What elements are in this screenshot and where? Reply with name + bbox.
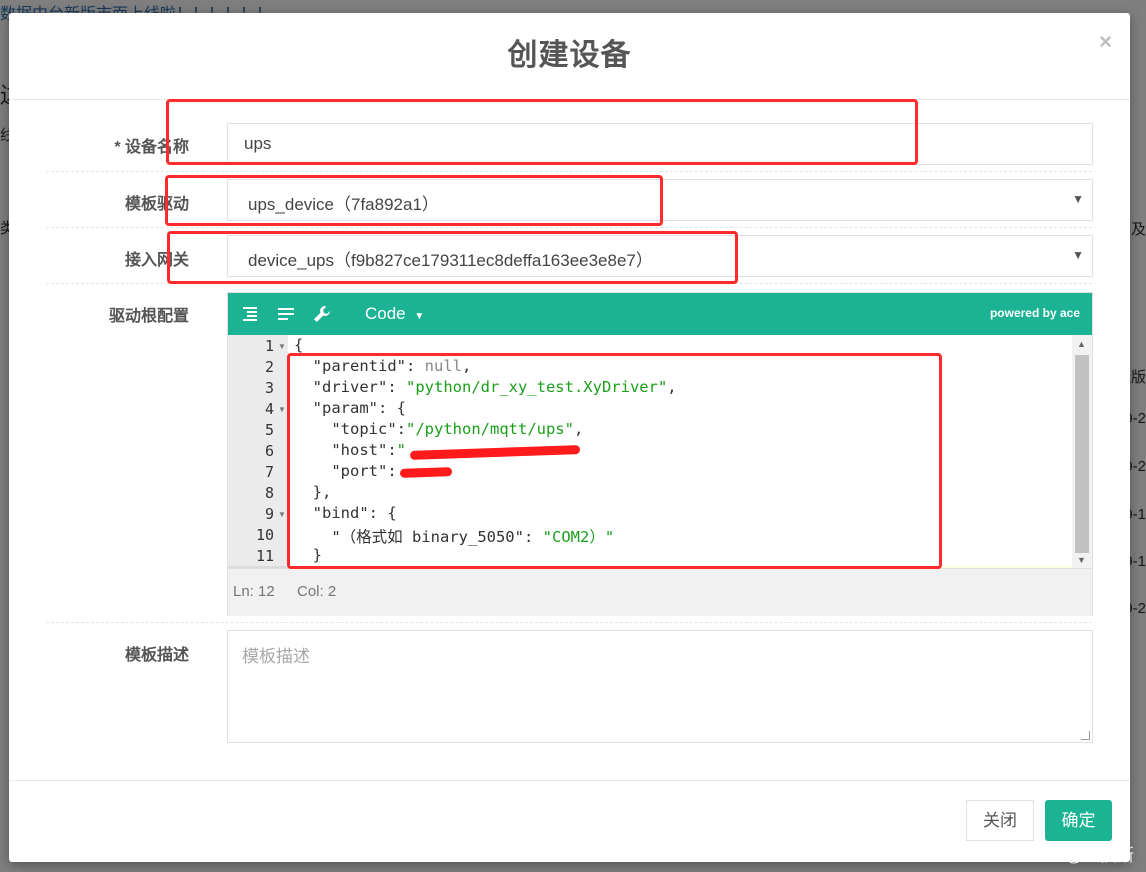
scroll-down-icon[interactable]: ▼ [1077, 555, 1086, 565]
code-line: { [294, 336, 304, 354]
template-desc-textarea[interactable]: 模板描述 [227, 630, 1093, 743]
line-number: 7 [264, 463, 274, 481]
scroll-thumb[interactable] [1075, 355, 1089, 553]
dialog-title: 创建设备 [507, 39, 632, 72]
resize-handle-icon[interactable] [1081, 731, 1090, 740]
line-number: 6 [264, 442, 274, 460]
create-device-dialog: 创建设备 × * 设备名称 ups 模板驱动 ups_device（7fa892… [9, 13, 1130, 862]
mode-dropdown[interactable]: Code ▼ [365, 304, 424, 324]
line-number: 9 [264, 505, 274, 523]
annotation-box [167, 231, 738, 284]
form-divider [46, 227, 1092, 228]
gateway-label: 接入网关 [124, 252, 189, 269]
line-number: 2 [264, 358, 274, 376]
editor-statusbar: Ln: 12 Col: 2 [228, 568, 1092, 616]
line-gutter: 1 2 3 4 5 6 7 8 9 10 11 12 ▼ ▼ ▼ [228, 335, 288, 586]
editor-scrollbar[interactable]: ▲ ▼ [1072, 335, 1092, 568]
chevron-down-icon: ▼ [414, 311, 425, 322]
line-number: 1 [264, 337, 274, 355]
mode-label: Code [365, 304, 406, 323]
device-name-label: * 设备名称 [114, 139, 189, 156]
line-number: 10 [255, 526, 274, 544]
form-divider [46, 171, 1092, 172]
format-icon[interactable] [240, 304, 260, 329]
wrench-icon[interactable] [312, 304, 332, 329]
driver-config-label: 驱动根配置 [108, 308, 189, 325]
scroll-up-icon[interactable]: ▲ [1077, 339, 1086, 349]
line-number: 5 [264, 421, 274, 439]
cursor-line-status: Ln: 12 [233, 583, 275, 600]
template-desc-label: 模板描述 [124, 647, 189, 664]
dropdown-caret-icon: ▼ [1072, 192, 1084, 206]
editor-toolbar: Code ▼ powered by ace [228, 293, 1092, 335]
compact-icon[interactable] [276, 304, 296, 329]
powered-by-label: powered by ace [989, 306, 1080, 320]
csdn-watermark: CSDN @爱投斯 [1012, 846, 1134, 865]
line-number: 3 [264, 379, 274, 397]
cursor-col-status: Col: 2 [297, 583, 337, 600]
fold-arrow-icon[interactable]: ▼ [278, 342, 286, 351]
annotation-box [165, 175, 663, 226]
annotation-box [287, 353, 942, 569]
fold-arrow-icon[interactable]: ▼ [278, 405, 286, 414]
confirm-button[interactable]: 确定 [1045, 800, 1112, 841]
footer-divider [9, 780, 1130, 781]
line-number: 8 [264, 484, 274, 502]
form-divider [46, 622, 1092, 623]
dropdown-caret-icon: ▼ [1072, 248, 1084, 262]
fold-arrow-icon[interactable]: ▼ [278, 510, 286, 519]
annotation-box [166, 99, 918, 165]
line-number: 11 [255, 547, 274, 565]
close-icon[interactable]: × [1099, 29, 1112, 55]
template-desc-placeholder: 模板描述 [242, 647, 310, 666]
template-driver-label: 模板驱动 [124, 196, 189, 213]
line-number: 4 [264, 400, 274, 418]
close-button[interactable]: 关闭 [966, 800, 1034, 841]
